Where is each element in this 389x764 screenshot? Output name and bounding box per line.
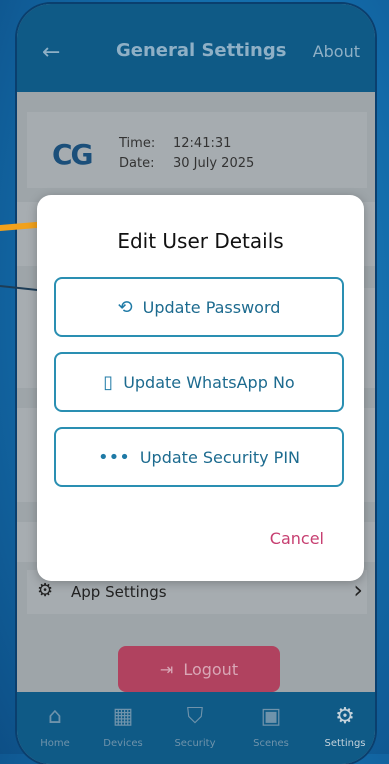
cancel-button[interactable]: Cancel <box>270 529 324 548</box>
top-bar: ← General Settings About <box>17 4 375 92</box>
time-value: 12:41:31 <box>173 136 232 151</box>
gears-icon: ⚙ <box>37 580 54 601</box>
shield-icon: ⛉ <box>186 704 204 729</box>
dialog-title: Edit User Details <box>117 229 284 253</box>
nav-scenes[interactable]: ▣ Scenes <box>241 704 301 749</box>
nav-label: Security <box>174 738 216 749</box>
button-label: Update Security PIN <box>139 447 300 467</box>
update-security-pin-button[interactable]: ••• Update Security PIN <box>54 427 344 487</box>
back-arrow-icon[interactable]: ← <box>42 40 60 65</box>
bottom-nav: ⌂ Home ▦ Devices ⛉ Security ▣ Scenes ⚙ S… <box>17 692 375 764</box>
devices-icon: ▦ <box>112 704 134 729</box>
date-value: 30 July 2025 <box>173 156 255 171</box>
button-label: Update Password <box>142 297 281 317</box>
update-password-button[interactable]: ⟲ Update Password <box>54 277 344 337</box>
nav-devices[interactable]: ▦ Devices <box>93 704 153 749</box>
logout-icon: ⇥ <box>159 659 174 679</box>
info-card: CG Time: 12:41:31 Date: 30 July 2025 <box>27 112 367 188</box>
nav-settings[interactable]: ⚙ Settings <box>315 704 375 749</box>
lock-refresh-icon: ⟲ <box>117 296 133 318</box>
nav-label: Settings <box>324 738 366 749</box>
logout-button[interactable]: ⇥ Logout <box>118 646 280 692</box>
time-label: Time: <box>119 136 156 151</box>
app-settings-label: App Settings <box>71 583 167 601</box>
button-label: Update WhatsApp No <box>123 372 295 392</box>
date-label: Date: <box>119 156 155 171</box>
nav-home[interactable]: ⌂ Home <box>25 704 85 749</box>
page-title: General Settings <box>116 40 287 61</box>
scenes-icon: ▣ <box>260 704 282 729</box>
nav-label: Home <box>40 738 70 749</box>
pin-dots-icon: ••• <box>97 446 130 468</box>
nav-label: Devices <box>103 738 143 749</box>
about-link[interactable]: About <box>313 42 360 61</box>
cg-logo: CG <box>52 138 94 171</box>
edit-user-details-dialog: Edit User Details ⟲ Update Password ▯ Up… <box>37 195 364 581</box>
chevron-right-icon: › <box>353 576 363 604</box>
phone-icon: ▯ <box>103 371 114 393</box>
nav-security[interactable]: ⛉ Security <box>165 704 225 749</box>
gear-icon: ⚙ <box>335 704 355 729</box>
logout-label: Logout <box>183 659 239 679</box>
nav-label: Scenes <box>253 738 289 749</box>
update-whatsapp-button[interactable]: ▯ Update WhatsApp No <box>54 352 344 412</box>
home-icon: ⌂ <box>48 704 62 729</box>
